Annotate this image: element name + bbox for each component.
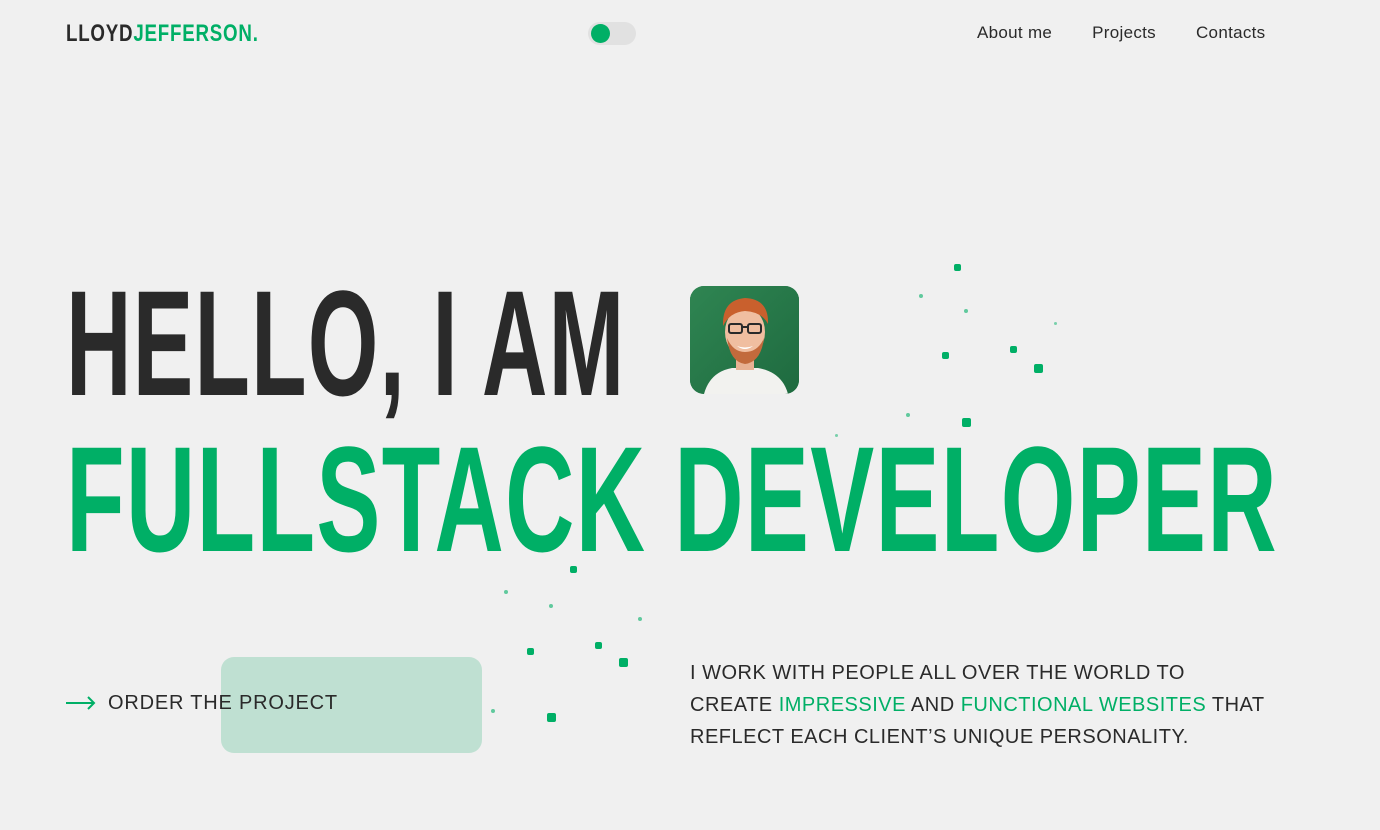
hero-headline-line2: FULLSTACK DEVELOPER — [66, 415, 1278, 583]
particle — [547, 713, 556, 722]
order-project-label: ORDER THE PROJECT — [108, 692, 338, 714]
logo-last-name: JEFFERSON. — [133, 20, 259, 47]
particle — [638, 617, 642, 621]
hero-description: I WORK WITH PEOPLE ALL OVER THE WORLD TO… — [690, 657, 1270, 753]
avatar — [690, 286, 799, 394]
particle — [1010, 346, 1017, 353]
description-accent: IMPRESSIVE — [778, 694, 906, 716]
particle — [1054, 322, 1057, 325]
logo-first-name: LLOYD — [66, 20, 134, 47]
particle — [1034, 364, 1043, 373]
particle — [954, 264, 961, 271]
particle — [504, 590, 508, 594]
logo[interactable]: LLOYDJEFFERSON. — [66, 20, 259, 48]
particle — [491, 709, 495, 713]
particle — [942, 352, 949, 359]
nav-contacts[interactable]: Contacts — [1196, 22, 1266, 44]
main-nav: About me Projects Contacts — [977, 22, 1265, 44]
particle — [619, 658, 628, 667]
description-accent: FUNCTIONAL WEBSITES — [960, 694, 1207, 716]
particle — [964, 309, 968, 313]
nav-about-me[interactable]: About me — [977, 22, 1052, 44]
particle — [919, 294, 923, 298]
theme-toggle-knob — [591, 24, 610, 43]
description-text: AND — [910, 694, 955, 716]
order-project-button[interactable]: ORDER THE PROJECT — [66, 690, 338, 716]
hero-headline-line1: HELLO, I AM — [66, 259, 626, 427]
portrait-photo — [690, 286, 799, 394]
theme-toggle[interactable] — [588, 22, 636, 45]
nav-projects[interactable]: Projects — [1092, 22, 1156, 44]
particle — [595, 642, 602, 649]
particle — [549, 604, 553, 608]
particle — [527, 648, 534, 655]
arrow-right-icon — [66, 696, 96, 710]
